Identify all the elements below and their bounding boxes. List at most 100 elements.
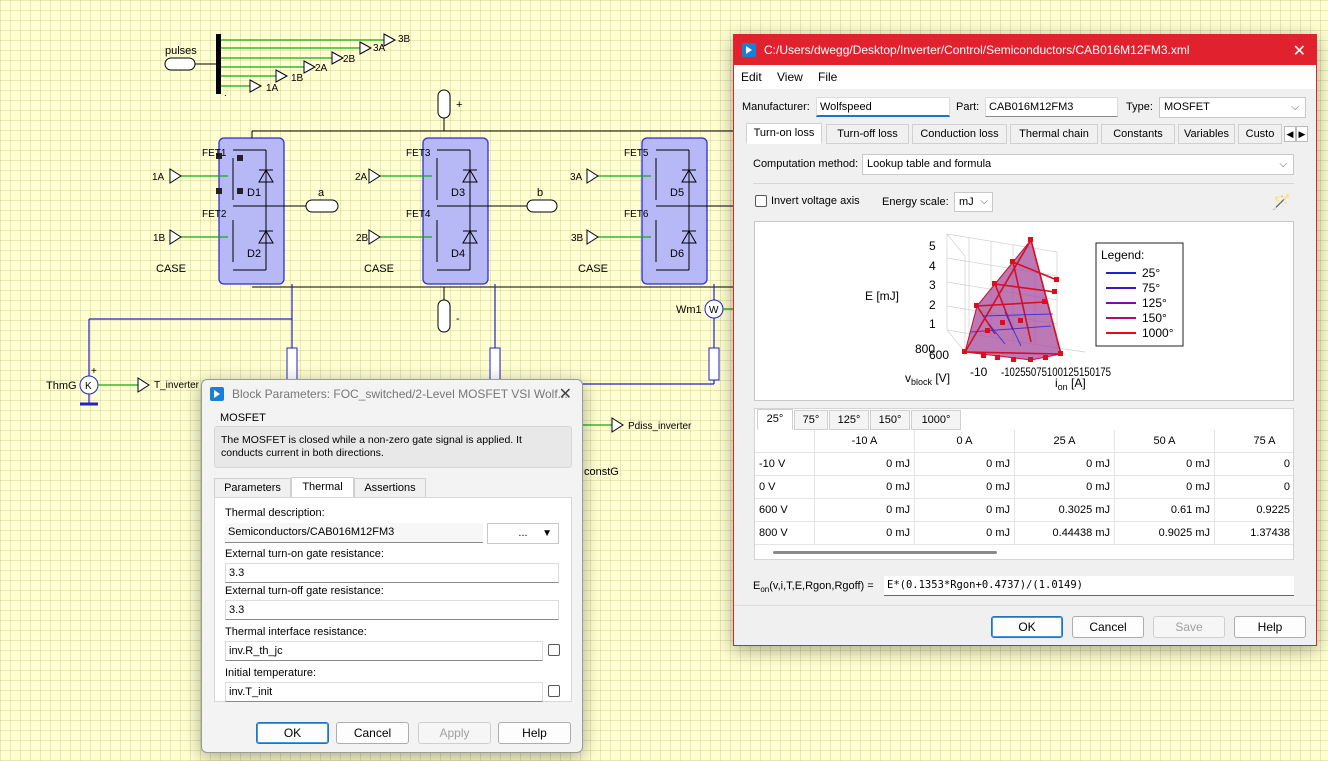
thermal-description-field[interactable]: Semiconductors/CAB016M12FM3 — [225, 523, 483, 543]
browse-dropdown[interactable]: ... ▼ — [487, 523, 559, 544]
mosfet-group-title: MOSFET — [220, 412, 266, 424]
row-header[interactable]: 600 V — [755, 499, 815, 522]
tab-custom[interactable]: Custo — [1238, 124, 1282, 144]
table-cell[interactable]: 0.3025 mJ — [1015, 499, 1115, 522]
tab-parameters[interactable]: Parameters — [214, 478, 291, 498]
close-icon[interactable]: ✕ — [559, 384, 572, 404]
table-cell[interactable]: 0 mJ — [915, 453, 1015, 476]
table-cell[interactable]: 0 mJ — [1115, 453, 1215, 476]
pulses-port[interactable] — [164, 57, 196, 71]
ok-button[interactable]: OK — [256, 722, 329, 744]
table-cell[interactable]: 0 mJ — [815, 499, 915, 522]
turn-off-resistance-input[interactable]: 3.3 — [225, 600, 559, 620]
xml-editor-titlebar[interactable]: C:/Users/dwegg/Desktop/Inverter/Control/… — [734, 35, 1316, 65]
initial-temperature-input[interactable]: inv.T_init — [225, 682, 543, 702]
temp-tab-125[interactable]: 125° — [829, 410, 869, 430]
table-cell[interactable]: 0.44438 mJ — [1015, 522, 1115, 545]
thermal-xml-editor-window: C:/Users/dwegg/Desktop/Inverter/Control/… — [733, 34, 1317, 646]
phase-leg-1[interactable] — [216, 131, 306, 285]
energy-scale-select[interactable]: mJ ⌵ — [954, 192, 993, 212]
tab-thermal-chain[interactable]: Thermal chain — [1010, 124, 1098, 144]
type-select[interactable]: MOSFET ⌵ — [1159, 97, 1306, 118]
gate-1B: 1B — [153, 233, 166, 244]
invert-voltage-axis-checkbox[interactable] — [755, 195, 767, 207]
computation-method-select[interactable]: Lookup table and formula ⌵ — [862, 154, 1294, 175]
interface-resistance-checkbox[interactable] — [548, 644, 560, 656]
cancel-button[interactable]: Cancel — [336, 722, 409, 744]
tab-scroll-left-icon[interactable]: ◀ — [1284, 126, 1296, 142]
ok-button[interactable]: OK — [991, 616, 1063, 638]
help-button[interactable]: Help — [1234, 616, 1306, 638]
port-a[interactable] — [305, 199, 339, 213]
dc-plus-port[interactable] — [437, 89, 451, 119]
chevron-down-icon: ⌵ — [980, 196, 988, 207]
pulse-out-2B: 2B — [343, 54, 356, 65]
tab-constants[interactable]: Constants — [1101, 124, 1175, 144]
browse-button-label: ... — [518, 527, 528, 539]
table-horizontal-scrollbar[interactable] — [773, 551, 997, 554]
table-cell[interactable]: 0.9025 mJ — [1115, 522, 1215, 545]
table-cell[interactable]: 0 — [1215, 453, 1293, 476]
part-input[interactable]: CAB016M12FM3 — [985, 97, 1118, 117]
menu-edit[interactable]: Edit — [741, 70, 762, 84]
table-cell[interactable]: 0 — [1215, 476, 1293, 499]
row-header[interactable]: 0 V — [755, 476, 815, 499]
z-tick-2: 2 — [929, 298, 936, 312]
tab-assertions[interactable]: Assertions — [354, 478, 426, 498]
temp-tab-150[interactable]: 150° — [870, 410, 910, 430]
table-cell[interactable]: 0 mJ — [1015, 453, 1115, 476]
temp-tab-1000[interactable]: 1000° — [911, 410, 961, 430]
table-cell[interactable]: 0 mJ — [815, 522, 915, 545]
magic-wand-icon[interactable]: 🪄 — [1272, 193, 1291, 211]
thermal-description-label: Thermal description: — [225, 507, 325, 519]
block-parameters-titlebar[interactable]: Block Parameters: FOC_switched/2-Level M… — [202, 380, 582, 408]
tab-turn-on-loss[interactable]: Turn-on loss — [746, 123, 822, 144]
turn-on-resistance-input[interactable]: 3.3 — [225, 563, 559, 583]
table-cell[interactable]: 0 mJ — [915, 499, 1015, 522]
column-header[interactable]: 75 A — [1215, 430, 1293, 453]
table-cell[interactable]: 0 mJ — [915, 476, 1015, 499]
tab-turn-off-loss[interactable]: Turn-off loss — [826, 124, 909, 144]
table-cell[interactable]: 0 mJ — [915, 522, 1015, 545]
row-header[interactable]: 800 V — [755, 522, 815, 545]
apply-button[interactable]: Apply — [418, 722, 491, 744]
pulse-out-1A: 1A — [266, 83, 279, 94]
energy-scale-label: Energy scale: — [882, 196, 949, 208]
column-header[interactable]: 25 A — [1015, 430, 1115, 453]
cancel-button[interactable]: Cancel — [1072, 616, 1144, 638]
tab-scroll-right-icon[interactable]: ▶ — [1296, 126, 1308, 142]
table-cell[interactable]: 1.37438 — [1215, 522, 1293, 545]
help-button[interactable]: Help — [498, 722, 571, 744]
save-button[interactable]: Save — [1153, 616, 1225, 638]
menu-view[interactable]: View — [777, 70, 803, 84]
port-b[interactable] — [526, 199, 558, 213]
menu-file[interactable]: File — [818, 70, 837, 84]
column-header[interactable]: 0 A — [915, 430, 1015, 453]
tab-variables[interactable]: Variables — [1178, 124, 1235, 144]
initial-temperature-checkbox[interactable] — [548, 685, 560, 697]
z-tick-3: 3 — [929, 278, 936, 292]
close-icon[interactable]: ✕ — [1293, 41, 1306, 61]
table-cell[interactable]: 0.61 mJ — [1115, 499, 1215, 522]
table-cell[interactable]: 0 mJ — [1015, 476, 1115, 499]
interface-resistance-input[interactable]: inv.R_th_jc — [225, 641, 543, 661]
tab-thermal[interactable]: Thermal — [291, 477, 354, 498]
loss-surface-plot[interactable]: E [mJ] 5 4 3 2 1 800 600 0 -10 -10255075… — [754, 221, 1294, 401]
formula-input[interactable]: E*(0.1353*Rgon+0.4737)/(1.0149) — [884, 576, 1294, 596]
temp-tab-25[interactable]: 25° — [757, 409, 793, 430]
phase-leg-2[interactable] — [422, 137, 527, 285]
dc-minus-port[interactable] — [437, 299, 451, 333]
manufacturer-input[interactable]: Wolfspeed — [816, 97, 950, 117]
phase-leg-3[interactable] — [641, 137, 735, 285]
table-cell[interactable]: 0 mJ — [815, 453, 915, 476]
row-header[interactable]: -10 V — [755, 453, 815, 476]
temp-tab-75[interactable]: 75° — [794, 410, 828, 430]
demux-bar[interactable] — [216, 34, 221, 94]
table-cell[interactable]: 0 mJ — [815, 476, 915, 499]
table-cell[interactable]: 0.9225 — [1215, 499, 1293, 522]
column-header[interactable]: 50 A — [1115, 430, 1215, 453]
chevron-down-icon: ⌵ — [1291, 102, 1299, 113]
column-header[interactable]: -10 A — [815, 430, 915, 453]
tab-conduction-loss[interactable]: Conduction loss — [912, 124, 1007, 144]
table-cell[interactable]: 0 mJ — [1115, 476, 1215, 499]
